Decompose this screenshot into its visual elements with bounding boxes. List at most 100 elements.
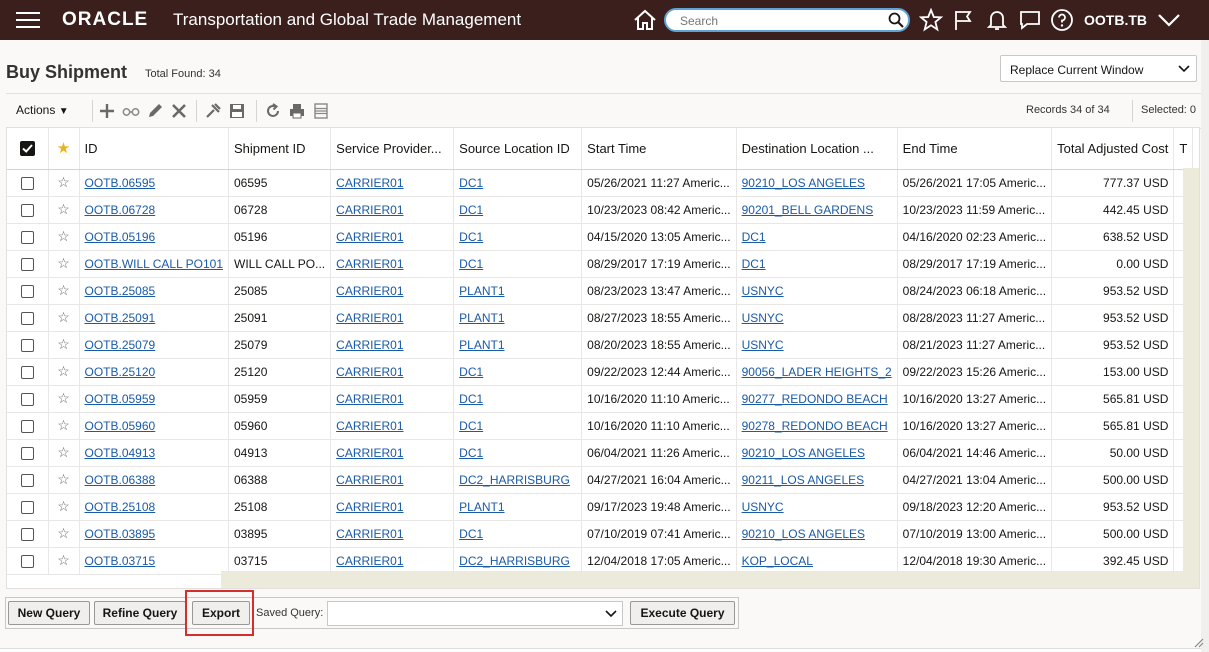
row-checkbox-cell[interactable] — [7, 466, 49, 494]
row-destination-location-link[interactable]: 90056_LADER HEIGHTS_2 — [742, 365, 892, 379]
row-checkbox[interactable] — [20, 554, 34, 568]
row-checkbox[interactable] — [20, 230, 34, 244]
chevron-down-icon[interactable] — [1157, 11, 1181, 29]
row-destination-location-link-cell[interactable]: DC1 — [736, 223, 898, 251]
row-destination-location-link-cell[interactable]: 90210_LOS ANGELES — [736, 439, 898, 467]
refresh-icon[interactable] — [264, 102, 282, 120]
row-id-link-cell[interactable]: OOTB.03895 — [79, 520, 229, 548]
row-source-location-link[interactable]: PLANT1 — [459, 500, 504, 514]
favorite-star-icon[interactable]: ☆ — [57, 255, 70, 271]
row-service-provider-link[interactable]: CARRIER01 — [336, 392, 403, 406]
row-destination-location-link-cell[interactable]: 90056_LADER HEIGHTS_2 — [736, 358, 898, 386]
row-id-link[interactable]: OOTB.04913 — [85, 446, 156, 460]
row-source-location-link-cell[interactable]: PLANT1 — [453, 331, 583, 359]
row-destination-location-link-cell[interactable]: USNYC — [736, 331, 898, 359]
row-destination-location-link-cell[interactable]: KOP_LOCAL — [736, 547, 898, 575]
row-favorite-cell[interactable]: ☆ — [48, 223, 80, 251]
refine-query-button[interactable]: Refine Query — [94, 601, 186, 625]
row-source-location-link-cell[interactable]: DC1 — [453, 223, 583, 251]
row-destination-location-link[interactable]: KOP_LOCAL — [742, 554, 813, 568]
row-service-provider-link[interactable]: CARRIER01 — [336, 257, 403, 271]
window-mode-select[interactable]: Replace Current Window — [1000, 55, 1197, 82]
favorite-star-icon[interactable]: ☆ — [57, 471, 70, 487]
row-favorite-cell[interactable]: ☆ — [48, 412, 80, 440]
flag-icon[interactable] — [952, 8, 976, 32]
row-destination-location-link[interactable]: 90210_LOS ANGELES — [742, 446, 865, 460]
row-favorite-cell[interactable]: ☆ — [48, 250, 80, 278]
table-row[interactable]: ☆ OOTB.25079 25079 CARRIER01 PLANT1 08/20/202… — [7, 331, 1194, 359]
row-favorite-cell[interactable]: ☆ — [48, 520, 80, 548]
row-source-location-link[interactable]: DC1 — [459, 257, 483, 271]
row-id-link[interactable]: OOTB.03715 — [85, 554, 156, 568]
row-favorite-cell[interactable]: ☆ — [48, 304, 80, 332]
vertical-scrollbar[interactable] — [1183, 168, 1199, 588]
table-row[interactable]: ☆ OOTB.06388 06388 CARRIER01 DC2_HARRISBURG 0… — [7, 466, 1194, 494]
row-destination-location-link[interactable]: 90210_LOS ANGELES — [742, 176, 865, 190]
row-id-link[interactable]: OOTB.25120 — [85, 365, 156, 379]
row-source-location-link[interactable]: DC1 — [459, 392, 483, 406]
favorite-star-icon[interactable]: ☆ — [57, 336, 70, 352]
row-source-location-link-cell[interactable]: PLANT1 — [453, 493, 583, 521]
row-service-provider-link-cell[interactable]: CARRIER01 — [330, 385, 455, 413]
column-header-total-adjusted-cost[interactable]: Total Adjusted Cost — [1051, 128, 1175, 170]
row-id-link-cell[interactable]: OOTB.05196 — [79, 223, 229, 251]
row-source-location-link-cell[interactable]: DC2_HARRISBURG — [453, 547, 583, 575]
favorite-star-icon[interactable]: ☆ — [57, 417, 70, 433]
row-id-link[interactable]: OOTB.25091 — [85, 311, 156, 325]
row-id-link-cell[interactable]: OOTB.05960 — [79, 412, 229, 440]
help-icon[interactable] — [1050, 8, 1074, 32]
row-source-location-link-cell[interactable]: DC1 — [453, 520, 583, 548]
row-id-link-cell[interactable]: OOTB.25108 — [79, 493, 229, 521]
row-checkbox[interactable] — [20, 419, 34, 433]
row-service-provider-link[interactable]: CARRIER01 — [336, 500, 403, 514]
row-id-link[interactable]: OOTB.06728 — [85, 203, 156, 217]
favorite-star-icon[interactable]: ☆ — [57, 363, 70, 379]
add-icon[interactable] — [98, 102, 116, 120]
row-service-provider-link[interactable]: CARRIER01 — [336, 446, 403, 460]
row-service-provider-link[interactable]: CARRIER01 — [336, 473, 403, 487]
row-source-location-link-cell[interactable]: DC1 — [453, 412, 583, 440]
row-destination-location-link[interactable]: USNYC — [742, 338, 784, 352]
table-row[interactable]: ☆ OOTB.04913 04913 CARRIER01 DC1 06/04/2021 1… — [7, 439, 1194, 467]
row-source-location-link-cell[interactable]: DC1 — [453, 250, 583, 278]
row-service-provider-link-cell[interactable]: CARRIER01 — [330, 223, 455, 251]
row-id-link[interactable]: OOTB.25108 — [85, 500, 156, 514]
chat-icon[interactable] — [1018, 8, 1042, 32]
row-id-link-cell[interactable]: OOTB.WILL CALL PO101 — [79, 250, 229, 278]
row-destination-location-link[interactable]: USNYC — [742, 284, 784, 298]
row-destination-location-link-cell[interactable]: 90278_REDONDO BEACH — [736, 412, 898, 440]
select-all-checkbox[interactable] — [19, 141, 35, 157]
row-service-provider-link-cell[interactable]: CARRIER01 — [330, 277, 455, 305]
saved-query-select[interactable] — [327, 601, 623, 626]
column-header-start-time[interactable]: Start Time — [581, 128, 737, 170]
row-service-provider-link-cell[interactable]: CARRIER01 — [330, 466, 455, 494]
row-favorite-cell[interactable]: ☆ — [48, 331, 80, 359]
row-service-provider-link[interactable]: CARRIER01 — [336, 338, 403, 352]
row-destination-location-link-cell[interactable]: 90210_LOS ANGELES — [736, 520, 898, 548]
row-checkbox-cell[interactable] — [7, 277, 49, 305]
table-row[interactable]: ☆ OOTB.WILL CALL PO101 WILL CALL PO... CARR… — [7, 250, 1194, 278]
favorite-star-icon[interactable]: ☆ — [57, 498, 70, 514]
row-checkbox-cell[interactable] — [7, 385, 49, 413]
column-header-destination-location[interactable]: Destination Location ... — [736, 128, 898, 170]
row-checkbox-cell[interactable] — [7, 547, 49, 575]
row-favorite-cell[interactable]: ☆ — [48, 385, 80, 413]
row-service-provider-link[interactable]: CARRIER01 — [336, 554, 403, 568]
view-glasses-icon[interactable] — [122, 102, 140, 120]
resize-grip-icon[interactable] — [1192, 636, 1204, 648]
row-id-link[interactable]: OOTB.03895 — [85, 527, 156, 541]
row-source-location-link[interactable]: DC1 — [459, 527, 483, 541]
row-source-location-link-cell[interactable]: DC1 — [453, 439, 583, 467]
row-destination-location-link-cell[interactable]: USNYC — [736, 277, 898, 305]
row-source-location-link[interactable]: DC1 — [459, 446, 483, 460]
row-service-provider-link[interactable]: CARRIER01 — [336, 311, 403, 325]
hamburger-menu-icon[interactable] — [16, 12, 40, 28]
row-source-location-link[interactable]: DC1 — [459, 176, 483, 190]
row-checkbox-cell[interactable] — [7, 520, 49, 548]
row-service-provider-link-cell[interactable]: CARRIER01 — [330, 169, 455, 197]
row-source-location-link[interactable]: PLANT1 — [459, 338, 504, 352]
row-service-provider-link-cell[interactable]: CARRIER01 — [330, 331, 455, 359]
row-destination-location-link[interactable]: 90201_BELL GARDENS — [742, 203, 874, 217]
row-checkbox[interactable] — [20, 284, 34, 298]
row-service-provider-link[interactable]: CARRIER01 — [336, 203, 403, 217]
